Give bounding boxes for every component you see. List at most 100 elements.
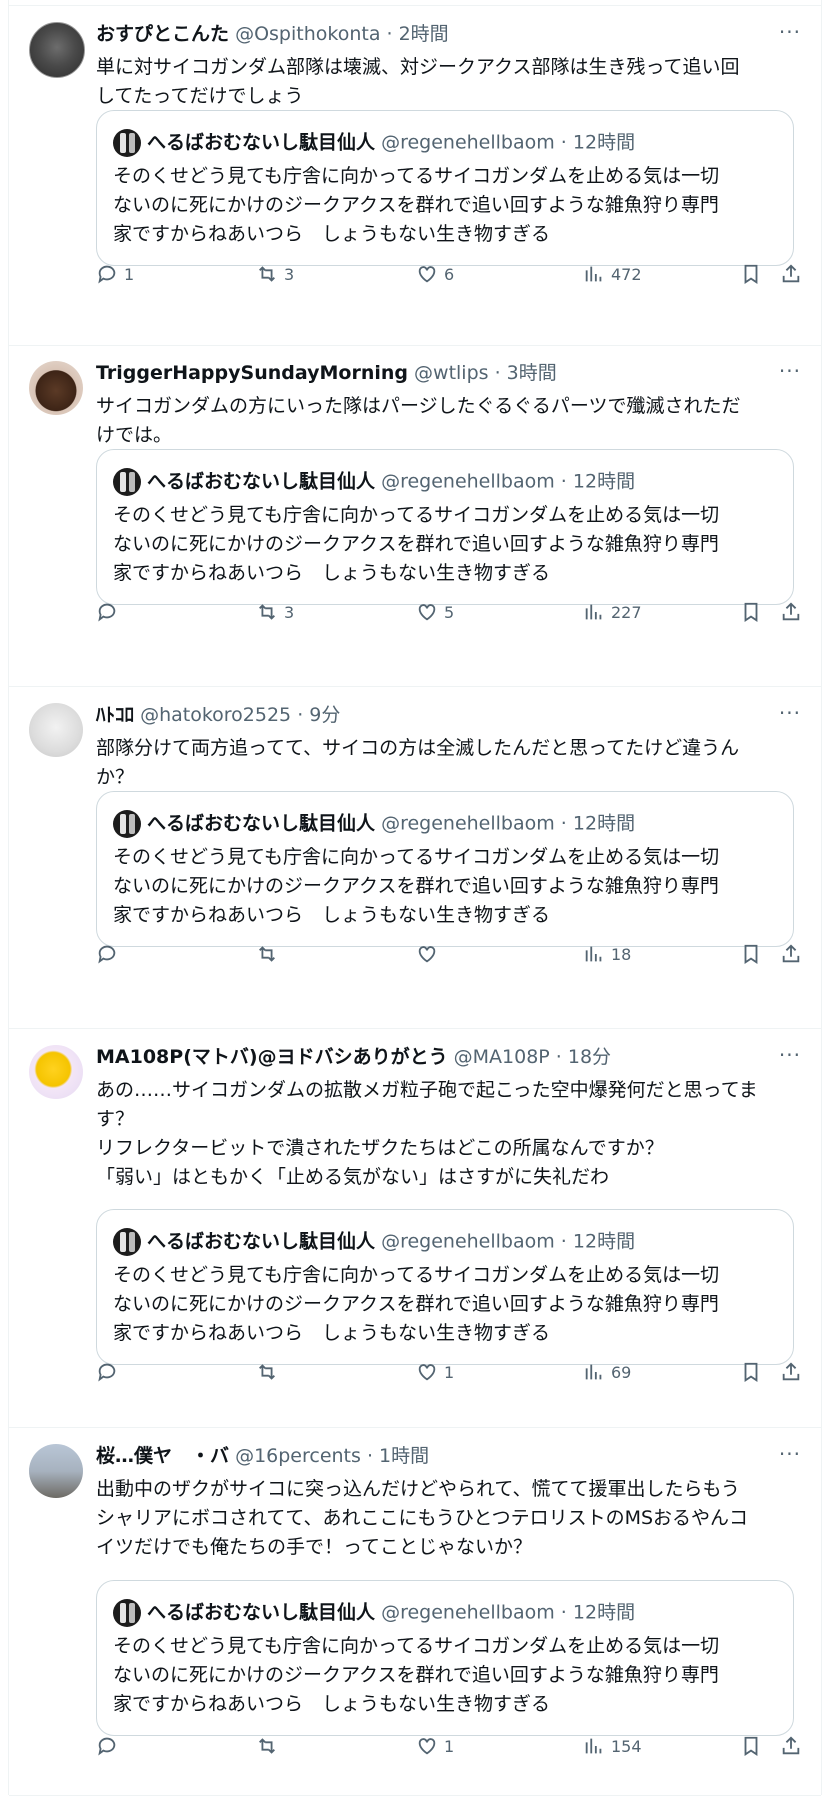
reply-icon bbox=[98, 945, 116, 964]
separator: · bbox=[488, 362, 507, 384]
quoted-tweet[interactable]: へるばおむないし駄目仙人 @regenehellbaom · 12時間 そのくせ… bbox=[96, 110, 794, 266]
bookmark-button[interactable] bbox=[740, 597, 762, 627]
timestamp[interactable]: 1時間 bbox=[379, 1445, 429, 1467]
more-icon[interactable]: ··· bbox=[779, 20, 801, 44]
quoted-tweet[interactable]: へるばおむないし駄目仙人 @regenehellbaom · 12時間 そのくせ… bbox=[96, 449, 794, 605]
author-name[interactable]: ﾊﾄｺﾛ bbox=[96, 704, 134, 726]
views-button[interactable]: 154 bbox=[583, 1731, 642, 1761]
reply-button[interactable] bbox=[96, 939, 124, 969]
views-button[interactable]: 472 bbox=[583, 259, 642, 289]
bookmark-icon bbox=[744, 602, 758, 622]
avatar[interactable] bbox=[29, 22, 85, 78]
reply-button[interactable] bbox=[96, 597, 124, 627]
like-count: 1 bbox=[444, 1736, 455, 1756]
quoted-tweet[interactable]: へるばおむないし駄目仙人 @regenehellbaom · 12時間 そのくせ… bbox=[96, 791, 794, 947]
avatar[interactable] bbox=[29, 703, 83, 757]
share-icon bbox=[782, 1362, 800, 1381]
quoted-header: へるばおむないし駄目仙人 @regenehellbaom · 12時間 bbox=[113, 1597, 635, 1627]
like-button[interactable]: 6 bbox=[416, 259, 454, 289]
reply-icon bbox=[98, 1737, 116, 1756]
tweet-text: 単に対サイコガンダム部隊は壊滅、対ジークアクス部隊は生き残って追い回 してたって… bbox=[96, 56, 740, 107]
quoted-tweet[interactable]: へるばおむないし駄目仙人 @regenehellbaom · 12時間 そのくせ… bbox=[96, 1209, 794, 1365]
share-button[interactable] bbox=[780, 1731, 802, 1761]
heart-icon bbox=[418, 266, 436, 283]
author-name[interactable]: 桜…僕ヤ ・バ bbox=[96, 1445, 229, 1467]
like-button[interactable]: 1 bbox=[416, 1731, 454, 1761]
views-button[interactable]: 18 bbox=[583, 939, 631, 969]
bookmark-icon bbox=[744, 264, 758, 284]
bookmark-button[interactable] bbox=[740, 1357, 762, 1387]
tweet[interactable]: 桜…僕ヤ ・バ @16percents · 1時間 ··· 出動中のザクがサイコ… bbox=[9, 1428, 821, 1796]
avatar[interactable] bbox=[29, 1444, 83, 1498]
retweet-button[interactable] bbox=[256, 939, 284, 969]
bookmark-icon bbox=[744, 944, 758, 964]
quoted-author-name: へるばおむないし駄目仙人 bbox=[147, 1601, 376, 1624]
share-button[interactable] bbox=[780, 597, 802, 627]
heart-icon bbox=[418, 946, 436, 963]
views-button[interactable]: 227 bbox=[583, 597, 642, 627]
like-button[interactable]: 1 bbox=[416, 1357, 454, 1387]
views-icon bbox=[585, 1364, 602, 1380]
tweet[interactable]: ﾊﾄｺﾛ @hatokoro2525 · 9分 ··· 部隊分けて両方追ってて、… bbox=[9, 687, 821, 1029]
quoted-timestamp: 12時間 bbox=[572, 131, 636, 154]
retweet-button[interactable] bbox=[256, 1731, 284, 1761]
author-handle[interactable]: @Ospithokonta bbox=[235, 23, 380, 45]
more-icon[interactable]: ··· bbox=[779, 1442, 801, 1466]
heart-icon bbox=[418, 1738, 436, 1755]
author-handle[interactable]: @MA108P bbox=[454, 1046, 550, 1068]
share-button[interactable] bbox=[780, 1357, 802, 1387]
author-handle[interactable]: @hatokoro2525 bbox=[140, 704, 291, 726]
retweet-icon bbox=[259, 946, 275, 962]
reply-button[interactable]: 1 bbox=[96, 259, 134, 289]
timestamp[interactable]: 3時間 bbox=[507, 362, 557, 384]
views-button[interactable]: 69 bbox=[583, 1357, 631, 1387]
timestamp[interactable]: 9分 bbox=[309, 704, 340, 726]
like-count: 6 bbox=[444, 264, 455, 284]
quoted-header: へるばおむないし駄目仙人 @regenehellbaom · 12時間 bbox=[113, 808, 635, 838]
author-name[interactable]: おすぴとこんた bbox=[96, 23, 229, 45]
retweet-button[interactable]: 3 bbox=[256, 597, 294, 627]
share-button[interactable] bbox=[780, 939, 802, 969]
avatar[interactable] bbox=[29, 1045, 83, 1099]
bookmark-button[interactable] bbox=[740, 939, 762, 969]
views-count: 472 bbox=[611, 264, 642, 284]
tweet[interactable]: MA108P(マトバ)@ヨドバシありがとう @MA108P · 18分 ··· … bbox=[9, 1029, 821, 1428]
quoted-timestamp: 12時間 bbox=[572, 470, 636, 493]
separator: · bbox=[554, 131, 573, 154]
author-name[interactable]: TriggerHappySundayMorning bbox=[96, 362, 408, 384]
tweet-text: あの……サイコガンダムの拡散メガ粒子砲で起こった空中爆発何だと思ってま す？ リ… bbox=[96, 1079, 758, 1188]
tweet-text: 出動中のザクがサイコに突っ込んだけどやられて、慌てて援軍出したらもう シャリアに… bbox=[96, 1478, 749, 1558]
quoted-author-handle: @regenehellbaom bbox=[381, 1601, 555, 1624]
quoted-tweet[interactable]: へるばおむないし駄目仙人 @regenehellbaom · 12時間 そのくせ… bbox=[96, 1580, 794, 1736]
author-handle[interactable]: @16percents bbox=[235, 1445, 361, 1467]
like-button[interactable] bbox=[416, 939, 444, 969]
tweet-header: 桜…僕ヤ ・バ @16percents · 1時間 ··· bbox=[96, 1442, 801, 1468]
tweet[interactable]: TriggerHappySundayMorning @wtlips · 3時間 … bbox=[9, 345, 821, 687]
quoted-author-name: へるばおむないし駄目仙人 bbox=[147, 131, 376, 154]
retweet-button[interactable]: 3 bbox=[256, 259, 294, 289]
share-button[interactable] bbox=[780, 259, 802, 289]
avatar[interactable] bbox=[29, 361, 83, 415]
like-button[interactable]: 5 bbox=[416, 597, 454, 627]
bookmark-button[interactable] bbox=[740, 1731, 762, 1761]
timestamp[interactable]: 18分 bbox=[568, 1046, 611, 1068]
separator: · bbox=[554, 1601, 573, 1624]
timestamp[interactable]: 2時間 bbox=[399, 23, 449, 45]
reply-button[interactable] bbox=[96, 1731, 124, 1761]
author-name[interactable]: MA108P(マトバ)@ヨドバシありがとう bbox=[96, 1046, 448, 1068]
retweet-button[interactable] bbox=[256, 1357, 284, 1387]
author-handle[interactable]: @wtlips bbox=[414, 362, 489, 384]
views-icon bbox=[585, 604, 602, 620]
tweet-header: おすぴとこんた @Ospithokonta · 2時間 ··· bbox=[96, 20, 801, 46]
tweet-header: TriggerHappySundayMorning @wtlips · 3時間 … bbox=[96, 359, 801, 385]
quoted-timestamp: 12時間 bbox=[572, 812, 636, 835]
action-bar: 1 154 bbox=[96, 1731, 800, 1761]
bookmark-button[interactable] bbox=[740, 259, 762, 289]
more-icon[interactable]: ··· bbox=[779, 359, 801, 383]
more-icon[interactable]: ··· bbox=[779, 701, 801, 725]
tweet[interactable]: おすぴとこんた @Ospithokonta · 2時間 ··· 単に対サイコガン… bbox=[9, 5, 821, 346]
retweet-icon bbox=[259, 604, 275, 620]
heart-icon bbox=[418, 604, 436, 621]
more-icon[interactable]: ··· bbox=[779, 1043, 801, 1067]
reply-button[interactable] bbox=[96, 1357, 124, 1387]
